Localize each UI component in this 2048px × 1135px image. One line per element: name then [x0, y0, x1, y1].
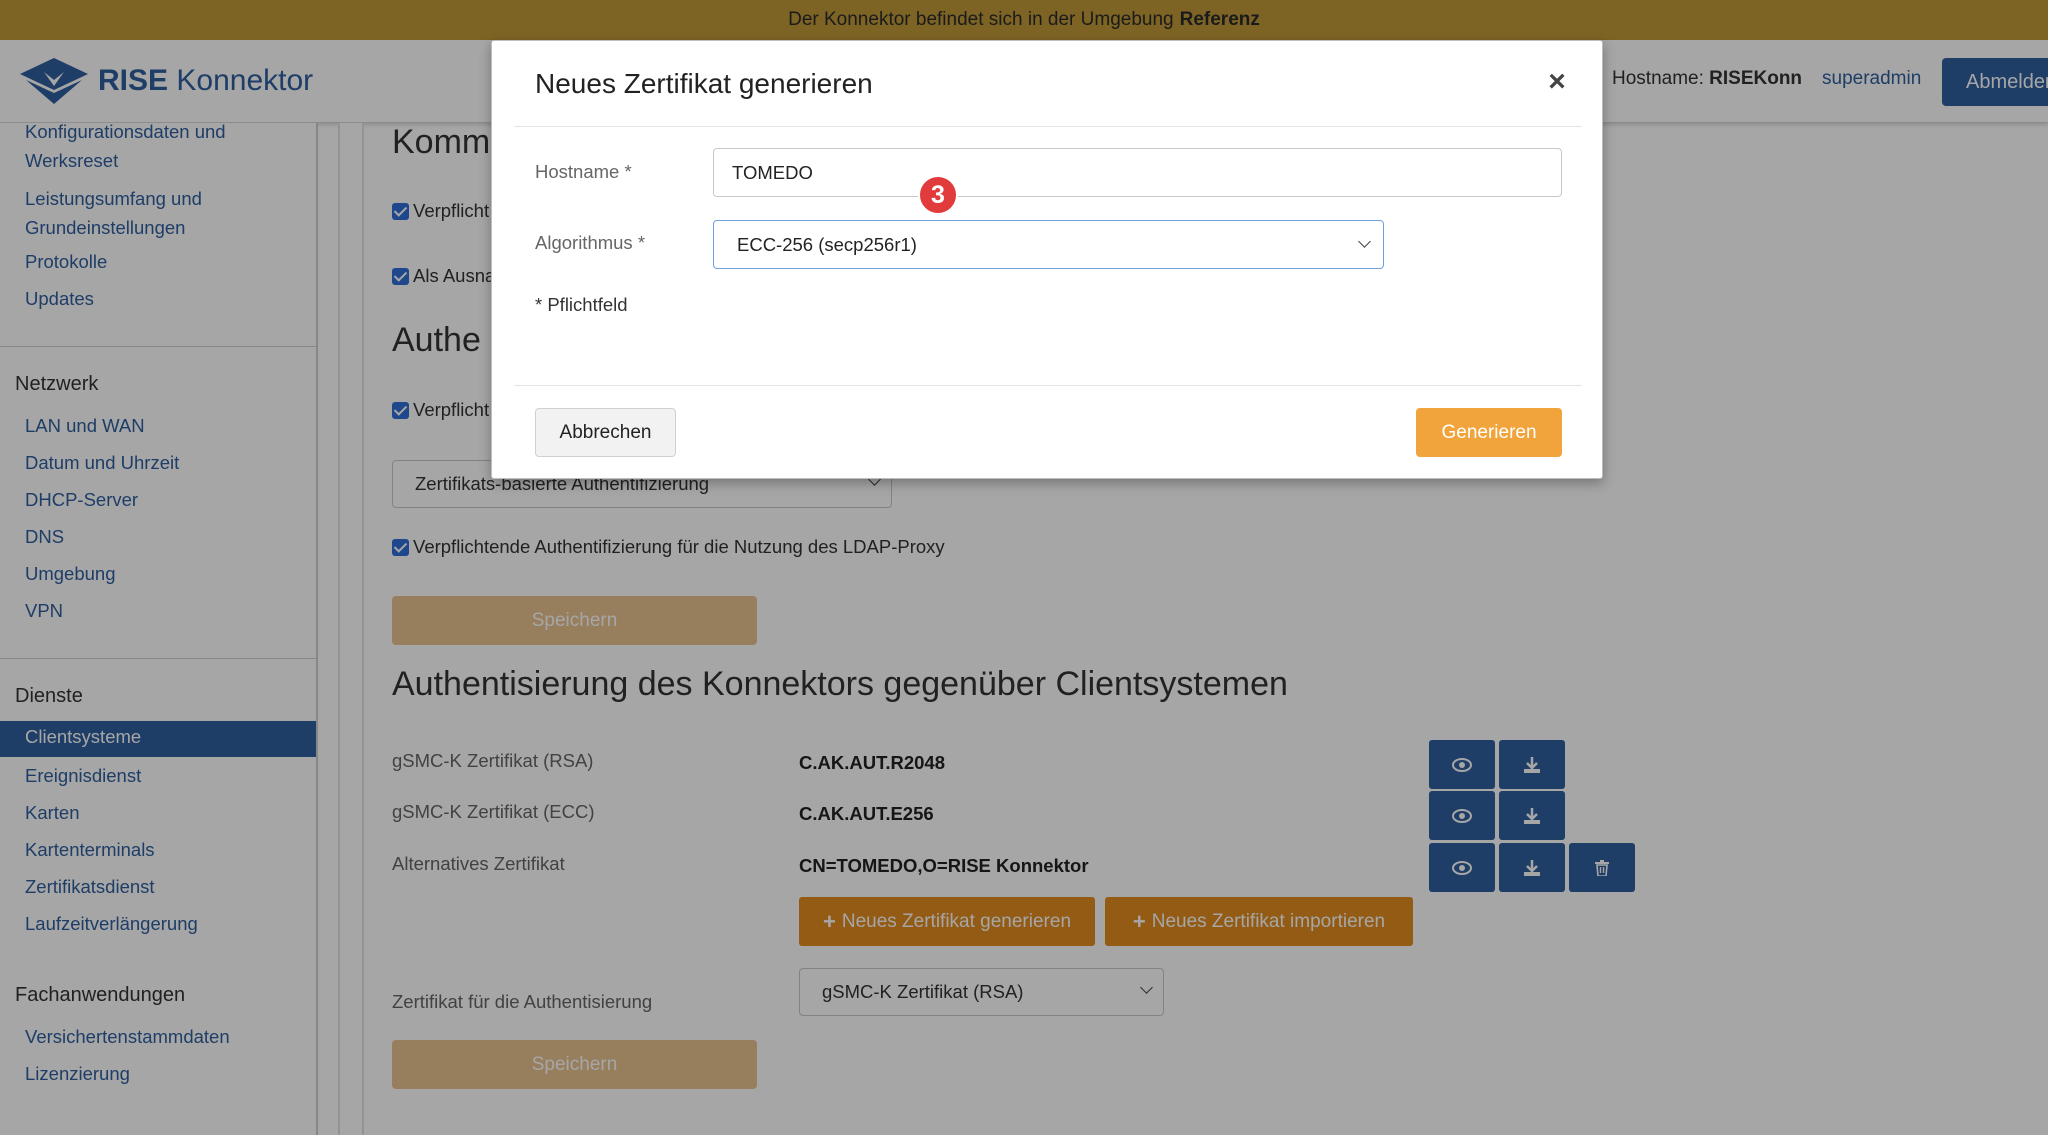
- step-marker-badge: 3: [918, 175, 958, 215]
- dialog-title: Neues Zertifikat generieren: [535, 68, 873, 99]
- dialog-divider: [514, 385, 1582, 386]
- dialog-divider: [514, 126, 1582, 127]
- cancel-button[interactable]: Abbrechen: [535, 408, 676, 457]
- required-note: * Pflichtfeld: [535, 294, 628, 315]
- algorithm-field-label: Algorithmus *: [535, 232, 646, 253]
- algorithm-select[interactable]: ECC-256 (secp256r1): [713, 220, 1384, 269]
- close-icon[interactable]: ×: [1542, 65, 1572, 98]
- new-certificate-dialog: Neues Zertifikat generieren × Hostname *…: [491, 40, 1603, 479]
- hostname-field[interactable]: TOMEDO: [713, 148, 1562, 197]
- chevron-down-icon: [1358, 235, 1371, 248]
- algorithm-value: ECC-256 (secp256r1): [737, 233, 917, 255]
- generate-button[interactable]: Generieren: [1416, 408, 1562, 457]
- hostname-field-label: Hostname *: [535, 161, 632, 182]
